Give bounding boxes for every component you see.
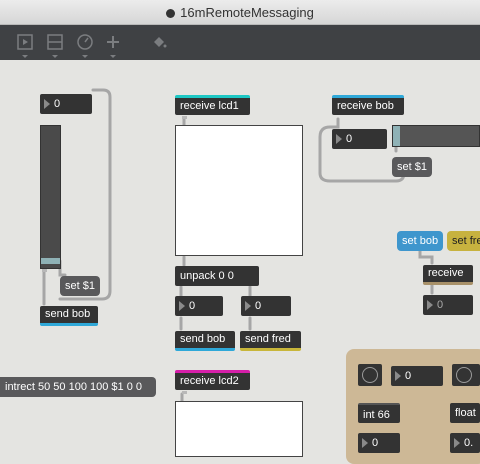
receive-lcd2-object[interactable]: receive lcd2 (175, 370, 250, 390)
int-output-value: 0 (372, 437, 379, 449)
set-bob-message[interactable]: set bob (397, 231, 444, 251)
slider-number-box[interactable]: 0 (40, 94, 92, 114)
int-number-value: 0 (405, 370, 412, 382)
bang-button-1[interactable] (358, 364, 382, 386)
lcd-display-2[interactable] (175, 401, 303, 457)
bob-number-box[interactable]: 0 (332, 129, 387, 149)
unpack-number-2-value: 0 (255, 300, 262, 312)
float-output-number-box[interactable]: 0. (450, 433, 480, 453)
lcd-display-1[interactable] (175, 125, 303, 256)
patcher-canvas[interactable]: 0 set $1 send bob intrect 50 50 100 100 … (0, 61, 480, 464)
float-object[interactable]: float (450, 403, 480, 423)
horizontal-slider[interactable] (392, 125, 480, 147)
receive-lcd1-object[interactable]: receive lcd1 (175, 95, 250, 115)
bang-button-2[interactable] (452, 364, 480, 386)
window-title-text: 16mRemoteMessaging (180, 5, 314, 20)
clock-icon[interactable] (76, 33, 94, 58)
slider-number-value: 0 (54, 98, 61, 110)
int-number-box[interactable]: 0 (391, 366, 443, 386)
send-bob-object-left[interactable]: send bob (40, 306, 98, 326)
receive-object-right[interactable]: receive (423, 265, 473, 285)
int-output-number-box[interactable]: 0 (358, 433, 400, 453)
add-icon[interactable] (104, 33, 122, 58)
window-title: 16mRemoteMessaging (0, 5, 480, 20)
paint-bucket-icon[interactable] (150, 33, 168, 51)
bang-1-ring (362, 367, 378, 383)
receive-lcd2-outlet (182, 391, 187, 394)
receive-bob-object[interactable]: receive bob (332, 95, 404, 115)
unpack-number-box-1[interactable]: 0 (175, 296, 223, 316)
int-object[interactable]: int 66 (358, 403, 400, 423)
receive-number-box[interactable]: 0 (423, 295, 473, 315)
window-titlebar: 16mRemoteMessaging (0, 0, 480, 25)
presentation-icon[interactable] (16, 33, 34, 58)
paintrect-message[interactable]: intrect 50 50 100 100 $1 0 0 (0, 377, 156, 397)
bang-2-ring (456, 367, 472, 383)
unpack-number-1-value: 0 (189, 300, 196, 312)
patcher-layout-icon[interactable] (46, 33, 64, 58)
bob-number-value: 0 (346, 133, 353, 145)
receive-number-value: 0 (437, 299, 444, 311)
send-fred-object[interactable]: send fred (240, 331, 301, 351)
set-fred-message[interactable]: set fre (447, 231, 480, 251)
send-bob-object-mid[interactable]: send bob (175, 331, 235, 351)
slider-knob[interactable] (41, 258, 60, 264)
unpack-object[interactable]: unpack 0 0 (175, 266, 259, 286)
patcher-toolbar (0, 25, 480, 60)
document-icon (166, 9, 176, 18)
unpack-number-box-2[interactable]: 0 (241, 296, 291, 316)
receive-lcd1-outlet (182, 116, 187, 119)
float-output-value: 0. (464, 437, 474, 449)
slider-outlet (42, 269, 47, 272)
vertical-slider[interactable] (40, 125, 61, 269)
horizontal-slider-knob[interactable] (393, 126, 400, 146)
set-message-left[interactable]: set $1 (60, 276, 100, 296)
set-message-right[interactable]: set $1 (392, 157, 432, 177)
